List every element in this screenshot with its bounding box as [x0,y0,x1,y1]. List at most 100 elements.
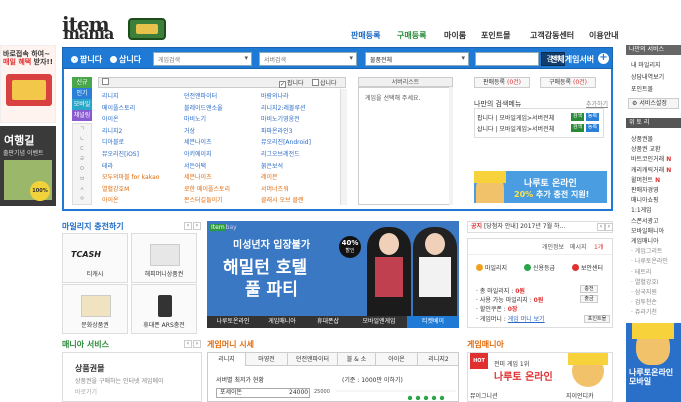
sidebar-link[interactable]: 상품권 교환 [631,144,661,153]
game-list-item[interactable]: 거상 [184,126,195,135]
banner-tab-naruto[interactable]: 나루토온라인 [207,316,259,328]
game-list-item[interactable]: 리니지 [102,91,119,100]
sidebar-link[interactable]: · 검투천손 [631,297,657,306]
nav-sell-register[interactable]: 판매등록 [351,30,380,41]
category-select[interactable]: 물품전체 [365,52,469,66]
naruto-promo-banner[interactable]: 나루토 온라인 20% 추가 충전 지원! [474,171,607,203]
hotel-pool-party-banner[interactable]: Itembay 미성년자 입장불가 해밀턴 호텔 풀 파티 40% 할인 [207,221,459,316]
charge-button[interactable]: 충전 [580,285,598,293]
gamemania-link2[interactable]: 지이언디카 [566,391,594,400]
quote-tab-dnf[interactable]: 던전앤파이터 [288,353,338,366]
gamemoney-link[interactable]: 게임 머니 보기 [508,316,545,323]
server-select[interactable]: 서버검색 [259,52,357,66]
withdraw-button[interactable]: 출금 [580,295,598,303]
category-tab-channel[interactable]: 채널링 [72,110,92,121]
quote-tab-aion[interactable]: 아이온 [376,353,418,366]
my-search-item[interactable]: 삽니다 | 모바일게임>서버전체 [477,124,554,133]
register-mini-button[interactable]: 등록 [586,124,599,132]
game-list-item[interactable]: 열혈강호M [102,184,129,193]
quote-tab-lineage2[interactable]: 리니지2 [418,353,459,366]
radio-buy[interactable]: 삽니다 [110,54,141,65]
gamemania-link1[interactable]: 뮤이그니션 [470,391,498,400]
alphabet-index[interactable]: ㄱㄴㄷㄹㅁㅂㅅㅇ [72,123,92,205]
game-list-item[interactable]: 테라 [102,161,113,170]
sidebar-naruto-banner[interactable]: 나루토온라인 모바일 [626,323,681,402]
banner-tab-ticketbay[interactable]: 티켓베이 [407,316,459,328]
sidebar-link[interactable]: 매니아쇼핑 [631,195,659,204]
game-list-item[interactable]: 바람의나라 [261,91,289,100]
mileage-tile-tcash[interactable]: TCASH 티캐시 [62,233,128,283]
game-list-item[interactable]: 뮤오리진[Android] [261,137,311,146]
game-list-item[interactable]: 블레이드앤소울 [184,103,223,112]
checkbox-sell[interactable]: ✓ 팝니다 [279,78,304,88]
game-list-item[interactable]: 아이온 [102,114,119,123]
nav-customer-center[interactable]: 고객감동센터 [530,30,574,41]
notice-bar[interactable]: 공지 [당첨자 안내] 2017년 7월 하... [467,221,613,233]
quote-tab-bns[interactable]: 블 & 소 [338,353,376,366]
game-list-item[interactable]: 서머너즈워 [261,184,289,193]
category-tab-new[interactable]: 신규 [72,77,92,88]
sidebar-item-consult[interactable]: 상담내역보기 [631,72,664,81]
chevron-right-icon[interactable]: › [193,340,201,348]
game-list-item[interactable]: 던전앤파이터 [184,91,217,100]
sidebar-item-mileage[interactable]: 내 마일리지 [631,60,661,69]
quote-tab-lineage[interactable]: 리니지 [208,353,246,366]
mileage-tile-happymoney[interactable]: 해피머니상품권 [131,233,197,283]
mileage-tile-phone[interactable]: 휴대폰 ARS충전 [131,284,197,334]
register-mini-button[interactable]: 등록 [586,113,599,121]
chevron-right-icon[interactable]: › [193,222,201,230]
game-select[interactable]: 게임검색 [153,52,252,66]
category-tab-popular[interactable]: 인기 [72,88,92,99]
pointmall-button[interactable]: 포인트몰 [584,315,610,323]
quote-tab-mabinogi[interactable]: 마영전 [246,353,288,366]
sidebar-link[interactable]: 1:1게임 [631,205,652,214]
chevron-left-icon[interactable]: ‹ [184,340,192,348]
sidebar-link[interactable]: 스폰서광고 [631,216,659,225]
sidebar-link[interactable]: · 열혈강호Ⅰ [631,277,659,286]
radio-sell[interactable]: 팝니다 [71,54,102,65]
gamemania-promo[interactable]: HOT 전미 게임 1위 나루토 온라인 뮤이그니션 지이언디카 [467,352,613,402]
sidebar-link[interactable]: 판매자경영 [631,185,659,194]
banner-tab-phoneshop[interactable]: 휴대폰샵 [305,316,351,328]
game-list-item[interactable]: 아이온 [102,195,119,204]
user-info-link[interactable]: 개인정보 [542,242,564,251]
game-list-item[interactable]: 파파온라인3 [261,126,292,135]
nav-buy-register[interactable]: 구매등록 [397,30,426,41]
sell-register-count-button[interactable]: 판매등록 (0건) [474,77,530,88]
sidebar-link[interactable]: 바트코인거래 N [631,154,671,163]
chevron-right-icon[interactable]: › [605,223,613,231]
game-list-item[interactable]: 모두의마블 for kakao [102,172,159,181]
giftcard-mall-link[interactable]: 바로가기 [75,387,97,396]
game-list-item[interactable]: 몬스터길들이기 [184,195,223,204]
game-list-item[interactable]: 세븐나이츠 [184,172,212,181]
game-list-item[interactable]: 세븐나이츠 [184,137,212,146]
nav-pointmall[interactable]: 포인트몰 [481,30,510,41]
all-games-link[interactable]: 전체게임서버 [550,54,594,65]
game-list-item[interactable]: 리니지2 [102,126,122,135]
sidebar-link[interactable]: · 게임그리트 [631,246,662,255]
sidebar-link[interactable]: 캐리캐릭거래 N [631,165,671,174]
game-list-item[interactable]: 마비노기 [184,114,206,123]
game-list-item[interactable]: 붉은보석 [261,161,283,170]
plus-icon[interactable]: + [598,53,609,64]
message-link[interactable]: 메시지 [570,242,587,251]
game-list-item[interactable]: 뮤오리진[iOS] [102,149,139,158]
game-list-item[interactable]: 클래시 오브 클랜 [261,195,303,204]
sidebar-item-pointmall[interactable]: 포인트몰 [631,84,653,93]
search-mini-button[interactable]: 검색 [571,124,584,132]
game-list-item[interactable]: 레이븐 [261,172,278,181]
category-tab-mobile[interactable]: 모바일 [72,99,92,110]
game-list-item[interactable]: 서든어택 [184,161,206,170]
logo-line2[interactable]: mania [63,26,114,42]
giftcard-mall-box[interactable]: 상품권몰 상품권을 구매하는 인터넷 게임메이 바로가기 [62,352,202,402]
checkbox-all[interactable] [102,78,110,86]
game-list-item[interactable]: 리니지2:레볼루션 [261,103,305,112]
game-list-item[interactable]: 리그오브레전드 [261,149,300,158]
search-input[interactable] [475,52,539,66]
chevron-left-icon[interactable]: ‹ [597,223,605,231]
buy-register-count-button[interactable]: 구매등록 (0건) [540,77,596,88]
game-list-item[interactable]: 디아블로 [102,137,124,146]
chevron-left-icon[interactable]: ‹ [184,222,192,230]
server-list-scrollbar[interactable] [449,87,453,205]
sidebar-link[interactable]: · 삼국지원 [631,287,657,296]
